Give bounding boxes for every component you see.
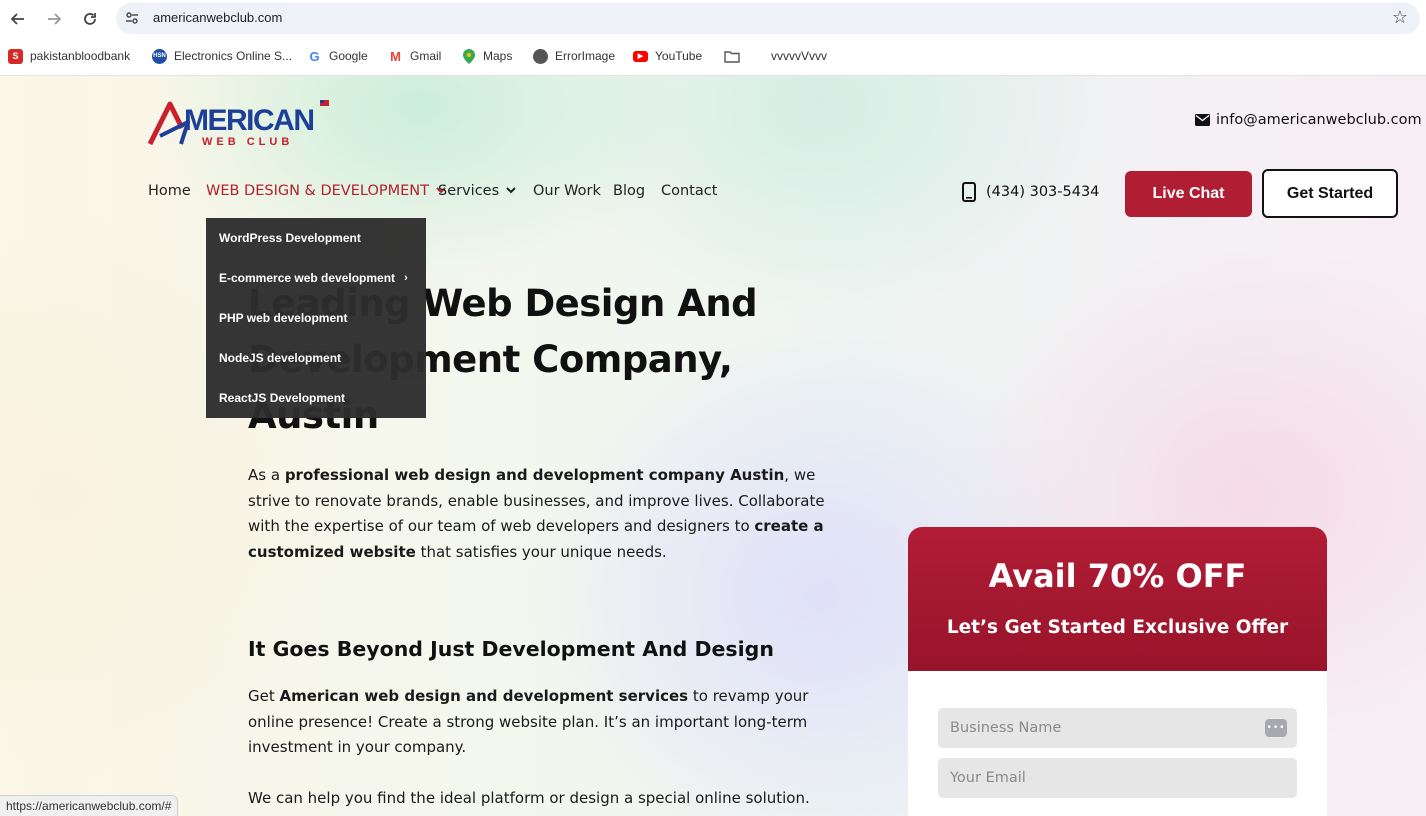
dropdown-item-label: ReactJS Development bbox=[219, 391, 346, 405]
email-input[interactable] bbox=[938, 758, 1297, 798]
offer-subtitle: Let’s Get Started Exclusive Offer bbox=[946, 617, 1289, 638]
bold-text-run: professional web design and development … bbox=[284, 466, 785, 484]
dropdown-item-label: WordPress Development bbox=[219, 231, 361, 245]
text-run: that satisfies your unique needs. bbox=[415, 542, 667, 561]
forward-button[interactable] bbox=[42, 7, 66, 31]
bookmarks-bar: S pakistanbloodbank HSN Electronics Onli… bbox=[0, 43, 1426, 67]
offer-form: ••• bbox=[908, 671, 1327, 816]
bookmark-folder[interactable] bbox=[724, 47, 740, 65]
email-text[interactable]: info@americanwebclub.com bbox=[1216, 112, 1422, 128]
arrow-left-icon bbox=[10, 13, 24, 25]
hero-paragraph-2: Get American web design and development … bbox=[248, 684, 858, 761]
chevron-right-icon: › bbox=[404, 272, 408, 284]
section-subheading: It Goes Beyond Just Development And Desi… bbox=[248, 637, 774, 661]
dropdown-item-wordpress[interactable]: WordPress Development bbox=[219, 231, 361, 245]
bookmark-label: Maps bbox=[483, 49, 513, 63]
nav-services-label: Services bbox=[438, 183, 500, 199]
bookmark-electronics[interactable]: HSN Electronics Online S... bbox=[152, 47, 292, 65]
address-bar[interactable]: americanwebclub.com ☆ bbox=[116, 3, 1420, 34]
chevron-down-icon bbox=[506, 184, 516, 197]
header-phone[interactable]: (434) 303-5434 bbox=[962, 182, 1099, 202]
dropdown-item-ecommerce[interactable]: E-commerce web development › bbox=[219, 271, 408, 285]
envelope-icon bbox=[1195, 114, 1210, 126]
dropdown-item-php[interactable]: PHP web development bbox=[219, 311, 347, 325]
bookmark-google[interactable]: G Google bbox=[307, 47, 368, 65]
live-chat-button[interactable]: Live Chat bbox=[1125, 171, 1252, 217]
phone-number[interactable]: (434) 303-5434 bbox=[986, 184, 1099, 200]
nav-web-design[interactable]: WEB DESIGN & DEVELOPMENT bbox=[206, 183, 446, 199]
bold-text-run: American web design and development serv… bbox=[279, 687, 689, 705]
bookmark-label: Google bbox=[329, 49, 368, 63]
site-settings-icon[interactable] bbox=[124, 10, 140, 26]
nav-contact[interactable]: Contact bbox=[661, 183, 717, 199]
bookmark-pakistanbloodbank[interactable]: S pakistanbloodbank bbox=[8, 47, 130, 65]
bookmark-gmail[interactable]: M Gmail bbox=[388, 47, 441, 65]
folder-icon bbox=[724, 50, 740, 63]
nav-home-label: Home bbox=[148, 183, 191, 199]
phone-icon bbox=[962, 182, 976, 202]
globe-icon bbox=[533, 48, 548, 64]
bookmark-vvvvv[interactable]: vvvvvVvvv bbox=[771, 47, 827, 65]
text-run: Get bbox=[248, 687, 280, 705]
nav-contact-label: Contact bbox=[661, 183, 718, 199]
maps-icon bbox=[461, 48, 476, 64]
get-started-button[interactable]: Get Started bbox=[1262, 169, 1398, 218]
google-icon: G bbox=[309, 48, 320, 64]
logo-tagline: WEB CLUB bbox=[202, 136, 293, 148]
logo-wordmark: MERICAN bbox=[184, 104, 314, 137]
bookmark-label: Electronics Online S... bbox=[174, 49, 293, 63]
bookmark-star-icon[interactable]: ☆ bbox=[1392, 7, 1408, 28]
pakistanbloodbank-icon: S bbox=[8, 48, 23, 64]
nav-blog-label: Blog bbox=[613, 183, 646, 199]
bookmark-label: vvvvvVvvv bbox=[771, 49, 828, 63]
bookmark-label: YouTube bbox=[655, 49, 703, 63]
bookmark-maps[interactable]: Maps bbox=[461, 47, 512, 65]
hsn-icon: HSN bbox=[152, 48, 167, 64]
browser-toolbar: americanwebclub.com ☆ bbox=[0, 0, 1426, 37]
bookmark-label: pakistanbloodbank bbox=[30, 49, 131, 63]
arrow-right-icon bbox=[48, 13, 62, 25]
bookmark-youtube[interactable]: ▶ YouTube bbox=[633, 47, 702, 65]
site-logo[interactable]: MERICAN WEB CLUB bbox=[147, 98, 338, 150]
autofill-icon[interactable]: ••• bbox=[1265, 719, 1287, 737]
bookmark-label: ErrorImage bbox=[555, 49, 616, 63]
offer-card: Avail 70% OFF Let’s Get Started Exclusiv… bbox=[908, 527, 1327, 816]
web-design-dropdown-menu: WordPress Development E-commerce web dev… bbox=[206, 218, 426, 418]
dropdown-item-label: NodeJS development bbox=[219, 351, 342, 365]
browser-chrome: americanwebclub.com ☆ S pakistanbloodban… bbox=[0, 0, 1426, 76]
nav-home[interactable]: Home bbox=[148, 183, 191, 199]
hero-paragraph-3: We can help you find the ideal platform … bbox=[248, 789, 810, 807]
dropdown-item-label: PHP web development bbox=[219, 311, 348, 325]
webpage: MERICAN WEB CLUB info@americanwebclub.co… bbox=[0, 76, 1426, 816]
offer-card-header: Avail 70% OFF Let’s Get Started Exclusiv… bbox=[908, 527, 1327, 671]
offer-title: Avail 70% OFF bbox=[988, 557, 1247, 595]
nav-our-work[interactable]: Our Work bbox=[533, 183, 601, 199]
nav-blog[interactable]: Blog bbox=[613, 183, 645, 199]
dropdown-item-label: E-commerce web development bbox=[219, 271, 396, 285]
business-name-input[interactable] bbox=[938, 708, 1297, 748]
bookmark-errorimage[interactable]: ErrorImage bbox=[533, 47, 615, 65]
youtube-icon: ▶ bbox=[633, 50, 648, 62]
browser-status-bar: https://americanwebclub.com/# bbox=[0, 795, 179, 816]
nav-services[interactable]: Services bbox=[438, 183, 516, 199]
nav-our-work-label: Our Work bbox=[533, 183, 601, 199]
back-button[interactable] bbox=[6, 7, 30, 31]
nav-web-design-label: WEB DESIGN & DEVELOPMENT bbox=[206, 183, 429, 199]
bookmark-label: Gmail bbox=[410, 49, 442, 63]
reload-button[interactable] bbox=[78, 7, 102, 31]
header-email[interactable]: info@americanwebclub.com bbox=[1195, 112, 1422, 128]
text-run: As a bbox=[248, 466, 285, 484]
dropdown-item-reactjs[interactable]: ReactJS Development bbox=[219, 391, 345, 405]
gmail-icon: M bbox=[390, 48, 401, 64]
reload-icon bbox=[84, 13, 96, 25]
dropdown-item-nodejs[interactable]: NodeJS development bbox=[219, 351, 341, 365]
hero-paragraph-1: As a professional web design and develop… bbox=[248, 463, 858, 565]
url-text[interactable]: americanwebclub.com bbox=[153, 10, 282, 25]
